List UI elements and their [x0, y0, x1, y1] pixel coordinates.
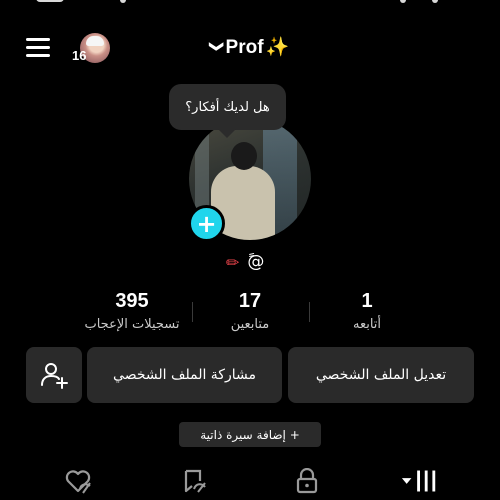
profile-handle[interactable]: ✏ @ً [226, 250, 276, 274]
tab-private[interactable] [287, 462, 327, 500]
tab-videos[interactable] [400, 462, 440, 500]
likes-count: 395 [115, 290, 149, 312]
tab-reposts[interactable] [174, 462, 214, 500]
bubble-tail [218, 129, 236, 138]
followers-stat[interactable]: 17 متابعين [210, 290, 290, 332]
lock-icon [296, 468, 318, 494]
status-dot [400, 0, 406, 3]
followers-count: 17 [238, 290, 262, 312]
reposts-icon [184, 469, 206, 493]
pencil-icon: ✏ [226, 252, 240, 272]
handle-at: @ [247, 252, 265, 272]
tab-liked[interactable] [58, 462, 98, 500]
add-bio-button[interactable]: + إضافة سيرة ذاتية [179, 422, 321, 447]
status-dot [120, 0, 126, 3]
following-stat[interactable]: 1 أتابعه [327, 290, 407, 332]
add-avatar-button[interactable]: + [188, 205, 225, 242]
ideas-bubble[interactable]: هل لديك أفكار؟ [169, 84, 286, 130]
account-name: Prof [225, 37, 264, 58]
add-friend-button[interactable] [26, 347, 82, 403]
likes-stat[interactable]: 395 تسجيلات الإعجاب [68, 290, 196, 332]
status-bar [0, 0, 500, 6]
status-dot [432, 0, 438, 3]
grid-videos-icon [401, 470, 436, 492]
handle-text: @ً [247, 252, 264, 272]
sparkle-icon: ✨ [265, 37, 290, 58]
profile-title[interactable]: ❯Prof ✨ [0, 35, 500, 59]
liked-videos-icon [65, 470, 91, 494]
following-count: 1 [361, 290, 373, 312]
add-user-icon [41, 363, 68, 389]
share-profile-button[interactable]: مشاركة الملف الشخصي [87, 347, 282, 403]
followers-label: متابعين [230, 317, 270, 332]
edit-profile-button[interactable]: تعديل الملف الشخصي [288, 347, 474, 403]
likes-label: تسجيلات الإعجاب [84, 317, 180, 332]
following-label: أتابعه [352, 317, 382, 332]
stat-divider [309, 302, 310, 322]
status-indicator [36, 0, 64, 2]
chevron-down-icon: ❯ [209, 40, 226, 53]
